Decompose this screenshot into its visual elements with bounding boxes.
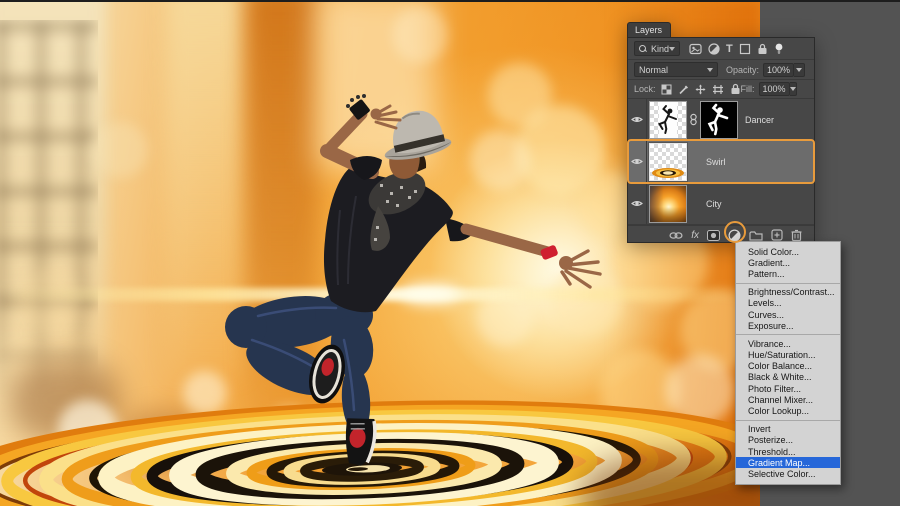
lock-position-icon[interactable] <box>695 84 706 95</box>
delete-layer-button[interactable] <box>791 229 802 241</box>
lock-label: Lock: <box>634 84 656 94</box>
filter-kind-label: Kind <box>651 43 670 54</box>
chevron-down-icon <box>669 46 676 51</box>
menu-divider <box>736 334 840 336</box>
opacity-value-field[interactable]: 100% <box>763 62 795 77</box>
menu-item-threshold[interactable]: Threshold... <box>736 446 840 457</box>
menu-item-selective-color[interactable]: Selective Color... <box>736 468 840 479</box>
menu-item-invert[interactable]: Invert <box>736 424 840 435</box>
opacity-value: 100% <box>767 64 791 75</box>
new-layer-button[interactable] <box>771 229 783 241</box>
eye-icon <box>631 117 643 122</box>
layer-row-swirl[interactable]: Swirl <box>628 141 814 183</box>
new-adjustment-layer-menu: Solid Color... Gradient... Pattern... Br… <box>735 241 841 485</box>
layer-mask-thumbnail[interactable] <box>700 100 738 139</box>
menu-item-color-lookup[interactable]: Color Lookup... <box>736 405 840 416</box>
menu-item-levels[interactable]: Levels... <box>736 298 840 309</box>
layer-name: Swirl <box>706 156 726 167</box>
link-layers-button[interactable] <box>669 231 683 240</box>
new-adjustment-layer-button[interactable] <box>728 228 741 242</box>
menu-item-gradient-map[interactable]: Gradient Map... <box>736 457 840 469</box>
layer-name: City <box>706 198 722 209</box>
visibility-toggle[interactable] <box>628 141 647 182</box>
menu-item-pattern[interactable]: Pattern... <box>736 268 840 279</box>
menu-item-solid-color[interactable]: Solid Color... <box>736 246 840 257</box>
chevron-down-icon <box>796 67 803 72</box>
filtering-toggle-icon[interactable] <box>774 43 784 55</box>
chevron-down-icon <box>707 67 713 72</box>
lock-image-pixels-icon[interactable] <box>678 84 689 95</box>
add-layer-mask-button[interactable] <box>707 229 720 241</box>
mask-link-icon[interactable] <box>687 113 699 126</box>
menu-item-channel-mixer[interactable]: Channel Mixer... <box>736 394 840 405</box>
menu-divider <box>736 282 840 284</box>
dancer-mini <box>658 104 677 134</box>
layer-name: Dancer <box>745 114 775 125</box>
menu-item-black-white[interactable]: Black & White... <box>736 372 840 383</box>
menu-item-brightness-contrast[interactable]: Brightness/Contrast... <box>736 287 840 298</box>
menu-divider <box>736 419 840 421</box>
fill-value-field[interactable]: 100% <box>758 82 790 96</box>
layers-panel: Layers Kind T Normal Opacity: 100% Lock:… <box>627 22 815 243</box>
fill-value: 100% <box>762 84 786 94</box>
eye-icon <box>631 201 643 206</box>
swirl-mini <box>652 167 684 178</box>
filter-kind-select[interactable]: Kind <box>634 41 681 56</box>
menu-item-photo-filter[interactable]: Photo Filter... <box>736 383 840 394</box>
eye-icon <box>631 159 643 164</box>
blend-mode-select[interactable]: Normal <box>634 62 718 77</box>
menu-item-curves[interactable]: Curves... <box>736 309 840 320</box>
menu-item-hue-saturation[interactable]: Hue/Saturation... <box>736 350 840 361</box>
tab-layers[interactable]: Layers <box>627 22 671 37</box>
layer-thumbnail[interactable] <box>649 100 687 139</box>
menu-item-gradient[interactable]: Gradient... <box>736 257 840 268</box>
filter-type-layers-icon[interactable]: T <box>726 43 733 55</box>
window-top-edge <box>0 0 900 2</box>
layer-style-button[interactable]: fx <box>691 230 699 241</box>
lock-all-icon[interactable] <box>730 83 741 95</box>
search-icon <box>639 44 647 53</box>
blend-mode-value: Normal <box>639 64 669 75</box>
opacity-dropdown-button[interactable] <box>794 62 806 77</box>
layer-row-city[interactable]: City <box>628 183 814 225</box>
filter-pixel-layers-icon[interactable] <box>689 43 702 55</box>
opacity-label: Opacity: <box>726 64 760 75</box>
menu-item-vibrance[interactable]: Vibrance... <box>736 338 840 349</box>
layer-row-dancer[interactable]: Dancer <box>628 99 814 141</box>
chevron-down-icon <box>789 87 796 91</box>
visibility-toggle[interactable] <box>628 99 647 140</box>
fill-dropdown-button[interactable] <box>789 82 797 96</box>
fill-label: Fill: <box>740 84 755 94</box>
layer-thumbnail[interactable] <box>649 142 687 181</box>
layers-tab-label: Layers <box>635 25 663 35</box>
lock-transparent-pixels-icon[interactable] <box>661 84 672 95</box>
menu-item-posterize[interactable]: Posterize... <box>736 435 840 446</box>
visibility-toggle[interactable] <box>628 183 647 224</box>
filter-adjustment-layers-icon[interactable] <box>708 42 720 55</box>
filter-smart-objects-icon[interactable] <box>757 43 768 55</box>
menu-item-color-balance[interactable]: Color Balance... <box>736 361 840 372</box>
lock-artboard-icon[interactable] <box>712 84 724 95</box>
dancer-mask-mini <box>707 103 729 135</box>
filter-shape-layers-icon[interactable] <box>739 43 751 55</box>
menu-item-exposure[interactable]: Exposure... <box>736 320 840 331</box>
new-group-button[interactable] <box>749 230 763 241</box>
layer-thumbnail[interactable] <box>649 184 687 223</box>
layers-list: Dancer Swirl City <box>628 99 814 225</box>
